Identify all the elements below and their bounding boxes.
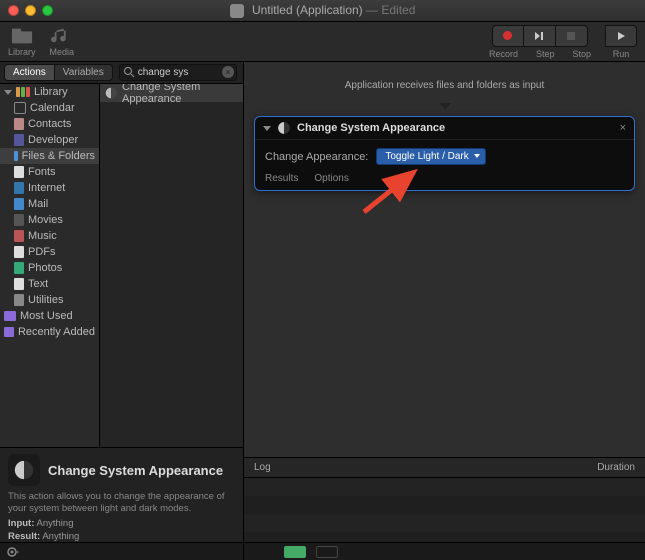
description-pane: Change System Appearance This action all…: [0, 447, 243, 542]
left-statusbar: [0, 542, 243, 560]
gear-icon[interactable]: [6, 546, 20, 558]
sidebar-item-calendar[interactable]: Calendar: [0, 100, 99, 116]
step-button[interactable]: [524, 25, 556, 47]
app-icon: [230, 4, 244, 18]
sidebar-recently-added[interactable]: Recently Added: [0, 324, 99, 340]
sidebar-item-movies[interactable]: Movies: [0, 212, 99, 228]
edited-indicator: — Edited: [366, 3, 415, 17]
sidebar-item-contacts[interactable]: Contacts: [0, 116, 99, 132]
tab-actions[interactable]: Actions: [4, 64, 55, 81]
card-tab-options[interactable]: Options: [314, 173, 348, 184]
sidebar-item-mail[interactable]: Mail: [0, 196, 99, 212]
appearance-action-icon: [277, 121, 291, 135]
sidebar-item-files-folders[interactable]: Files & Folders: [0, 148, 99, 164]
minimize-window[interactable]: [25, 5, 36, 16]
library-sidebar: Library Calendar Contacts Developer File…: [0, 84, 100, 447]
appearance-action-icon: [104, 86, 118, 100]
clear-search[interactable]: ×: [222, 66, 234, 78]
disclosure-icon[interactable]: [263, 126, 271, 131]
stop-button[interactable]: [556, 25, 588, 47]
sidebar-item-music[interactable]: Music: [0, 228, 99, 244]
search-icon: [123, 66, 135, 78]
log-col-duration: Duration: [597, 462, 635, 473]
toolbar: Library Media RecordStepStop Run: [0, 22, 645, 62]
sidebar-item-text[interactable]: Text: [0, 276, 99, 292]
action-results: Change System Appearance: [100, 84, 243, 447]
tab-variables[interactable]: Variables: [55, 64, 113, 81]
window-title: Untitled (Application): [252, 3, 363, 17]
close-window[interactable]: [8, 5, 19, 16]
action-result-item[interactable]: Change System Appearance: [100, 84, 243, 102]
sidebar-item-fonts[interactable]: Fonts: [0, 164, 99, 180]
card-tab-results[interactable]: Results: [265, 173, 298, 184]
sidebar-item-internet[interactable]: Internet: [0, 180, 99, 196]
appearance-select[interactable]: Toggle Light / Dark: [376, 148, 485, 165]
record-button[interactable]: [492, 25, 524, 47]
run-button[interactable]: [605, 25, 637, 47]
workflow-input-hint: Application receives files and folders a…: [254, 72, 635, 103]
search-input[interactable]: [119, 64, 237, 81]
toolbar-media[interactable]: Media: [50, 27, 75, 57]
sidebar-most-used[interactable]: Most Used: [0, 308, 99, 324]
log-col-log: Log: [254, 462, 271, 473]
description-body: This action allows you to change the app…: [8, 491, 235, 516]
log-pane: Log Duration: [244, 457, 645, 542]
remove-action[interactable]: ×: [620, 122, 626, 134]
sidebar-item-pdfs[interactable]: PDFs: [0, 244, 99, 260]
description-title: Change System Appearance: [48, 463, 223, 478]
zoom-window[interactable]: [42, 5, 53, 16]
sidebar-item-photos[interactable]: Photos: [0, 260, 99, 276]
workflow-canvas[interactable]: Application receives files and folders a…: [244, 62, 645, 457]
param-label: Change Appearance:: [265, 151, 368, 163]
appearance-action-icon: [8, 454, 40, 486]
flow-arrow-icon: [439, 103, 451, 110]
titlebar: Untitled (Application) — Edited: [0, 0, 645, 22]
view-mode-workflow[interactable]: [284, 546, 306, 558]
right-statusbar: [244, 542, 645, 560]
action-card-title: Change System Appearance: [297, 122, 445, 134]
sidebar-item-developer[interactable]: Developer: [0, 132, 99, 148]
library-root[interactable]: Library: [0, 84, 99, 100]
view-mode-list[interactable]: [316, 546, 338, 558]
action-card[interactable]: Change System Appearance × Change Appear…: [254, 116, 635, 191]
toolbar-library[interactable]: Library: [8, 27, 36, 57]
sidebar-item-utilities[interactable]: Utilities: [0, 292, 99, 308]
